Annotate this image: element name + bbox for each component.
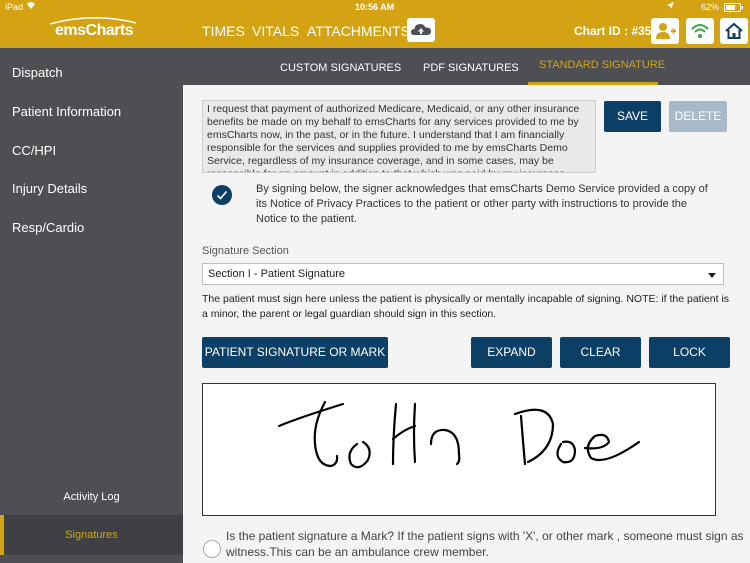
- cloud-upload-icon: [411, 24, 431, 35]
- app-header: emsCharts TIMES VITALS ATTACHMENTS Chart…: [0, 14, 750, 48]
- tab-custom-signatures[interactable]: CUSTOM SIGNATURES: [280, 62, 401, 74]
- battery-percent: 62%: [701, 2, 720, 12]
- consent-text[interactable]: I request that payment of authorized Med…: [202, 100, 596, 173]
- signature-mark-question: Is the patient signature a Mark? If the …: [226, 528, 746, 560]
- add-user-icon: [656, 23, 676, 39]
- sidebar-item-signatures-label: Signatures: [65, 529, 118, 541]
- dropdown-arrow-icon: [708, 273, 716, 278]
- sidebar-item-activity-log[interactable]: Activity Log: [0, 491, 183, 503]
- sidebar-item-signatures[interactable]: Signatures: [0, 515, 183, 555]
- logo-text: emsCharts: [55, 22, 134, 39]
- clear-button[interactable]: CLEAR: [560, 337, 641, 368]
- clock: 10:56 AM: [355, 2, 395, 12]
- signature-pad[interactable]: [202, 383, 716, 516]
- chart-id: Chart ID : #35: [574, 24, 652, 38]
- wifi-status-icon: [26, 1, 36, 12]
- acknowledge-checkbox[interactable]: [212, 185, 232, 205]
- battery-icon: [724, 3, 744, 14]
- tab-standard-signature[interactable]: STANDARD SIGNATURE: [539, 59, 665, 71]
- save-button[interactable]: SAVE: [604, 101, 661, 132]
- sidebar-item-resp-cardio[interactable]: Resp/Cardio: [12, 220, 84, 235]
- logo: emsCharts: [0, 14, 183, 48]
- wifi-icon: [691, 24, 709, 38]
- section-instructions: The patient must sign here unless the pa…: [202, 293, 730, 320]
- mark-question-line-2: witness.This can be an ambulance crew me…: [226, 545, 489, 559]
- home-icon: [725, 22, 743, 39]
- delete-button[interactable]: DELETE: [669, 101, 727, 132]
- patient-signature-or-mark-button[interactable]: PATIENT SIGNATURE OR MARK: [202, 337, 388, 368]
- nav-attachments[interactable]: ATTACHMENTS: [307, 23, 410, 39]
- sidebar-item-patient-information[interactable]: Patient Information: [12, 104, 121, 119]
- tab-pdf-signatures[interactable]: PDF SIGNATURES: [423, 62, 519, 74]
- mark-question-line-1: Is the patient signature a Mark? If the …: [226, 529, 744, 543]
- sidebar-item-cc-hpi[interactable]: CC/HPI: [12, 143, 56, 158]
- signature-section-label: Signature Section: [202, 245, 289, 257]
- signature-section-value: Section I - Patient Signature: [208, 268, 345, 280]
- sidebar-item-dispatch[interactable]: Dispatch: [12, 65, 63, 80]
- sidebar-item-injury-details[interactable]: Injury Details: [12, 181, 87, 196]
- checkmark-icon: [216, 190, 228, 200]
- lock-button[interactable]: LOCK: [649, 337, 730, 368]
- handwritten-signature: [277, 400, 641, 469]
- sidebar: Dispatch Patient Information CC/HPI Inju…: [0, 48, 183, 563]
- signature-panel: I request that payment of authorized Med…: [183, 85, 750, 563]
- location-icon: [666, 1, 675, 12]
- acknowledgement-text: By signing below, the signer acknowledge…: [256, 183, 708, 225]
- cloud-upload-button[interactable]: [407, 18, 435, 42]
- nav-times[interactable]: TIMES: [202, 23, 245, 39]
- add-user-button[interactable]: [651, 18, 679, 44]
- signature-section-select[interactable]: Section I - Patient Signature: [202, 263, 724, 285]
- signature-is-mark-radio[interactable]: [203, 540, 221, 558]
- status-bar: iPad 10:56 AM 62%: [0, 0, 750, 14]
- signature-tabs: CUSTOM SIGNATURES PDF SIGNATURES STANDAR…: [183, 48, 750, 85]
- home-button[interactable]: [720, 18, 748, 44]
- device-name: iPad: [5, 2, 24, 12]
- expand-button[interactable]: EXPAND: [471, 337, 552, 368]
- wifi-button[interactable]: [686, 18, 714, 44]
- nav-vitals[interactable]: VITALS: [252, 23, 299, 39]
